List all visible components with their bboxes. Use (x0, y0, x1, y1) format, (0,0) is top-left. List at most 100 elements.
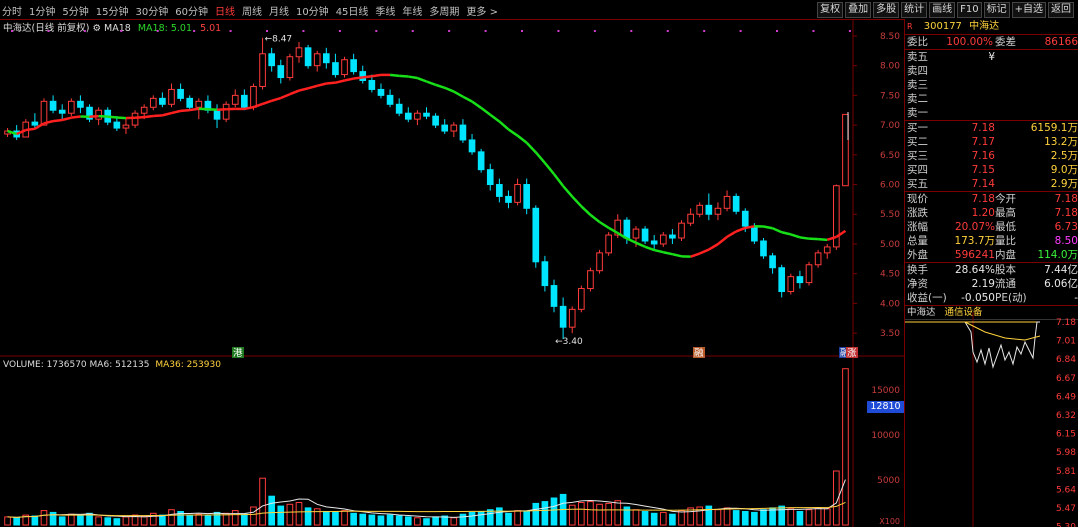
volume-bar (705, 505, 713, 526)
stats-table-2: 换手 28.64% 股本 7.44亿 净资 2.19 流通 6.06亿 收益(一) -0.050 P… (905, 263, 1078, 306)
volume-bar (395, 515, 403, 526)
tool-button-7[interactable]: +自选 (1011, 2, 1046, 18)
candle-body (632, 228, 640, 239)
sell-row-4: 卖一 (905, 106, 1078, 120)
candle-body (177, 88, 184, 99)
ma18-segment (107, 115, 117, 119)
tool-button-6[interactable]: 标记 (983, 2, 1010, 18)
ma18-segment (89, 114, 99, 119)
buy-row-4-value: 7.14 (971, 178, 995, 190)
stat-row-0-value: 7.18 (971, 193, 995, 205)
mini-tick-label: 6.15 (1056, 430, 1076, 440)
stat2-row-0-value2: 7.44亿 (1044, 264, 1078, 276)
stock-code: 300177 (923, 21, 962, 32)
volume-bar (4, 516, 11, 526)
kline-chart[interactable]: 8.50 8.00 7.50 7.00 6.50 6.00 5.50 5.00 4.50 4.00… (0, 0, 904, 527)
volume-bar (614, 500, 622, 526)
ma18-segment (772, 227, 783, 234)
candle-body (377, 88, 385, 96)
volume-bar (541, 501, 549, 526)
ma18-segment (271, 96, 282, 103)
signal-dot (375, 30, 378, 32)
tool-button-5[interactable]: F10 (957, 2, 982, 18)
candle-body (587, 270, 594, 290)
tool-button-4[interactable]: 画线 (929, 2, 956, 18)
candle-body (705, 204, 713, 215)
candle-body (149, 97, 157, 108)
ma18-segment (471, 100, 482, 109)
volume-bar (605, 502, 612, 526)
candle-body (596, 252, 603, 272)
candle-body (769, 255, 776, 269)
volume-bar (659, 511, 667, 526)
candle-body (814, 252, 822, 266)
volume-bar (796, 511, 804, 526)
weibi-value: 100.00% (946, 36, 993, 48)
candle-body (486, 169, 494, 186)
stat-row-2-value2: 6.73 (1054, 221, 1078, 233)
mini-tick-label: 6.84 (1056, 355, 1076, 365)
volume-bar (104, 517, 112, 526)
stat-row-1: 涨跌 1.20 最高 7.18 (905, 206, 1078, 220)
buy-row-4: 买五 7.14 2.9万 (905, 177, 1078, 191)
candle-body (496, 184, 503, 197)
candle-body (559, 305, 567, 328)
volume-bar (596, 503, 603, 526)
tool-button-8[interactable]: 返回 (1048, 2, 1074, 18)
volume-bar (277, 505, 285, 526)
volume-bar (122, 516, 130, 526)
volume-ma6: MA6: 512135 (89, 360, 150, 370)
stat-row-0: 现价 7.18 今开 7.18 (905, 192, 1078, 206)
ma18-segment (498, 120, 510, 131)
volume-bar (268, 495, 275, 526)
stat2-row-2-label2: PE(动) (995, 292, 1027, 304)
ma18-segment (416, 76, 427, 83)
buy-row-3-value: 7.15 (971, 164, 995, 176)
y-tick-label: 5.00 (880, 240, 900, 250)
ma18-segment (71, 115, 81, 119)
ma18-segment (644, 245, 655, 252)
candle-body (140, 106, 148, 114)
ma18-segment (717, 235, 728, 246)
candle-body (95, 109, 102, 120)
y-tick-label: 6.00 (880, 181, 900, 191)
mini-tick-label: 5.81 (1056, 467, 1076, 477)
volume-bar (760, 509, 767, 526)
buy-row-2: 买三 7.16 2.5万 (905, 149, 1078, 163)
stat-row-3-label: 总量 (907, 235, 928, 247)
stat-row-3-value: 173.7万 (954, 235, 995, 247)
ma18-segment (52, 118, 63, 123)
candle-body (304, 47, 312, 67)
ma18-segment (790, 233, 801, 239)
ma18-segment (663, 250, 673, 256)
ma18-segment (262, 99, 273, 106)
volume-bar (67, 513, 75, 526)
mini-tick-label: 6.49 (1056, 392, 1076, 402)
ma18-segment (298, 87, 309, 92)
ma18-segment (553, 173, 565, 187)
volume-bar (58, 516, 66, 526)
ma18-segment (389, 73, 400, 78)
buy-row-2-label: 买三 (907, 150, 928, 162)
ma18-segment (818, 237, 828, 242)
candle-body (641, 228, 649, 242)
stat2-row-2: 收益(一) -0.050 PE(动) - (905, 291, 1078, 305)
y-tick-label: 4.00 (880, 299, 900, 309)
stat-row-1-label: 涨跌 (907, 207, 928, 219)
volume-bar (231, 510, 239, 526)
volume-bar (650, 512, 658, 526)
candle-body (732, 195, 740, 212)
buy-row-1-label: 买二 (907, 136, 928, 148)
volume-bar (113, 518, 121, 526)
volume-bar (404, 516, 412, 526)
stat2-row-0: 换手 28.64% 股本 7.44亿 (905, 263, 1078, 277)
volume-bar (741, 511, 749, 526)
stat-row-4-label2: 内盘 (995, 249, 1016, 261)
volume-bar (286, 503, 294, 526)
volume-bar (368, 514, 376, 526)
candle-body (760, 240, 767, 257)
buy-row-0-value2: 6159.1万 (1030, 122, 1078, 134)
volume-bar (40, 510, 48, 526)
sell-row-3-label: 卖二 (907, 93, 928, 105)
tool-button-3[interactable]: 统计 (901, 2, 928, 18)
